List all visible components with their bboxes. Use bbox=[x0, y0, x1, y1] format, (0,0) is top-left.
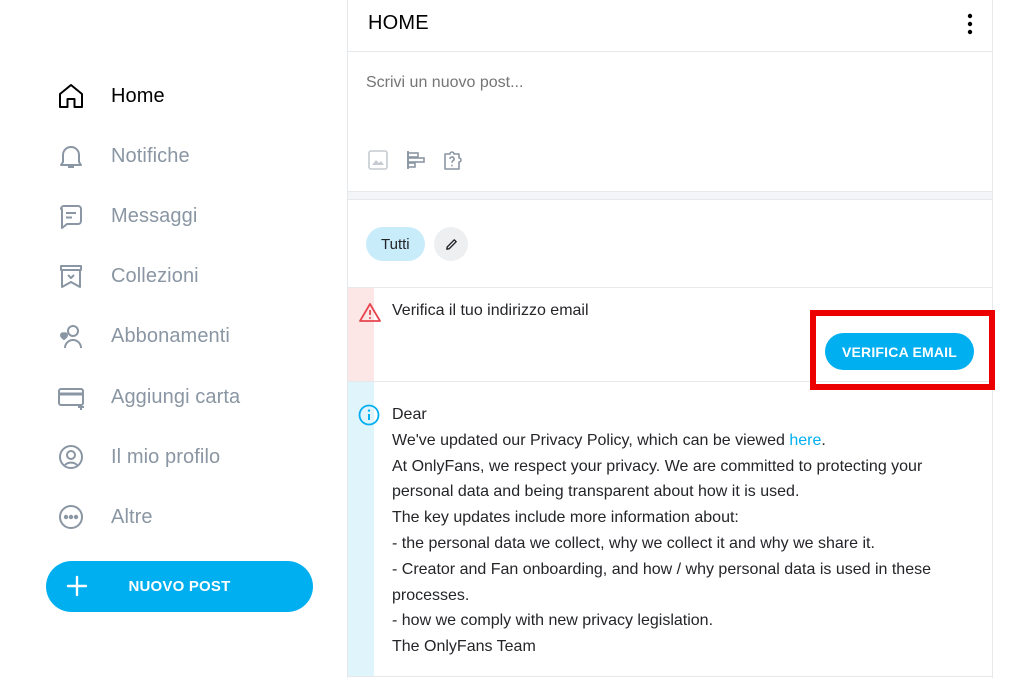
notice-body: Dear We've updated our Privacy Policy, w… bbox=[392, 402, 982, 660]
sidebar-item-abbonamenti[interactable]: Abbonamenti bbox=[55, 316, 230, 356]
sidebar-item-messaggi[interactable]: Messaggi bbox=[55, 196, 197, 236]
collections-icon bbox=[55, 260, 87, 292]
new-post-label: NUOVO POST bbox=[128, 578, 231, 595]
home-icon bbox=[55, 80, 87, 112]
composer-toolbar bbox=[366, 148, 466, 172]
alert-text: Verifica il tuo indirizzo email bbox=[392, 302, 589, 319]
notice-line: - the personal data we collect, why we c… bbox=[392, 534, 875, 552]
more-icon bbox=[55, 501, 87, 533]
sidebar-item-label: Il mio profilo bbox=[111, 445, 221, 468]
sidebar-item-notifiche[interactable]: Notifiche bbox=[55, 136, 190, 176]
notice-greeting: Dear bbox=[392, 406, 427, 423]
info-icon bbox=[358, 404, 380, 426]
profile-icon bbox=[55, 441, 87, 473]
sidebar-item-collezioni[interactable]: Collezioni bbox=[55, 256, 199, 296]
post-composer bbox=[348, 52, 992, 192]
sidebar-item-label: Messaggi bbox=[111, 204, 198, 227]
image-icon[interactable] bbox=[366, 148, 390, 172]
feed-filters: Tutti bbox=[348, 200, 992, 288]
warning-icon bbox=[359, 303, 381, 322]
poll-icon[interactable] bbox=[404, 148, 428, 172]
sidebar-item-label: Collezioni bbox=[111, 264, 199, 287]
notice-line: - how we comply with new privacy legisla… bbox=[392, 612, 714, 630]
sidebar-item-home[interactable]: Home bbox=[55, 76, 165, 116]
more-options-icon[interactable] bbox=[960, 12, 980, 36]
notice-line: The key updates include more information… bbox=[392, 509, 739, 527]
notice-line: We've updated our Privacy Policy, which … bbox=[392, 428, 982, 454]
sidebar-item-label: Aggiungi carta bbox=[111, 385, 241, 408]
section-divider bbox=[348, 192, 992, 200]
page-header: HOME bbox=[348, 0, 992, 52]
notice-line: - Creator and Fan onboarding, and how / … bbox=[392, 560, 931, 604]
sidebar-item-label: Abbonamenti bbox=[111, 324, 230, 347]
new-post-input[interactable] bbox=[366, 74, 966, 92]
sidebar-item-label: Altre bbox=[111, 505, 153, 528]
quiz-icon[interactable] bbox=[442, 148, 466, 172]
sidebar-item-aggiungi-carta[interactable]: Aggiungi carta bbox=[55, 377, 240, 417]
subscriptions-icon bbox=[55, 320, 87, 352]
sidebar-item-label: Notifiche bbox=[111, 144, 190, 167]
page-title: HOME bbox=[368, 12, 429, 34]
new-post-button[interactable]: NUOVO POST bbox=[46, 561, 313, 612]
privacy-policy-link[interactable]: here bbox=[789, 432, 821, 449]
edit-filters-button[interactable] bbox=[434, 227, 468, 261]
alert-bar bbox=[348, 382, 374, 676]
sidebar-item-il-mio-profilo[interactable]: Il mio profilo bbox=[55, 437, 220, 477]
main-feed: HOME Tutti Verifica il tuo indirizzo ema… bbox=[347, 0, 993, 678]
bell-icon bbox=[55, 140, 87, 172]
notice-text: We've updated our Privacy Policy, which … bbox=[392, 431, 790, 449]
sidebar-item-label: Home bbox=[111, 84, 165, 107]
sidebar: Home Notifiche Messaggi Collezioni Abbon… bbox=[0, 0, 330, 678]
message-icon bbox=[55, 200, 87, 232]
notice-text: . bbox=[821, 431, 826, 449]
privacy-notice: Dear We've updated our Privacy Policy, w… bbox=[348, 382, 992, 677]
notice-signature: The OnlyFans Team bbox=[392, 638, 536, 656]
notice-line: At OnlyFans, we respect your privacy. We… bbox=[392, 457, 923, 501]
filter-chip-tutti[interactable]: Tutti bbox=[366, 227, 425, 261]
verify-email-alert: Verifica il tuo indirizzo email VERIFICA… bbox=[348, 288, 992, 382]
sidebar-item-altre[interactable]: Altre bbox=[55, 497, 153, 537]
add-card-icon bbox=[55, 381, 87, 413]
verify-email-button[interactable]: VERIFICA EMAIL bbox=[824, 333, 974, 370]
pencil-icon bbox=[445, 238, 457, 250]
